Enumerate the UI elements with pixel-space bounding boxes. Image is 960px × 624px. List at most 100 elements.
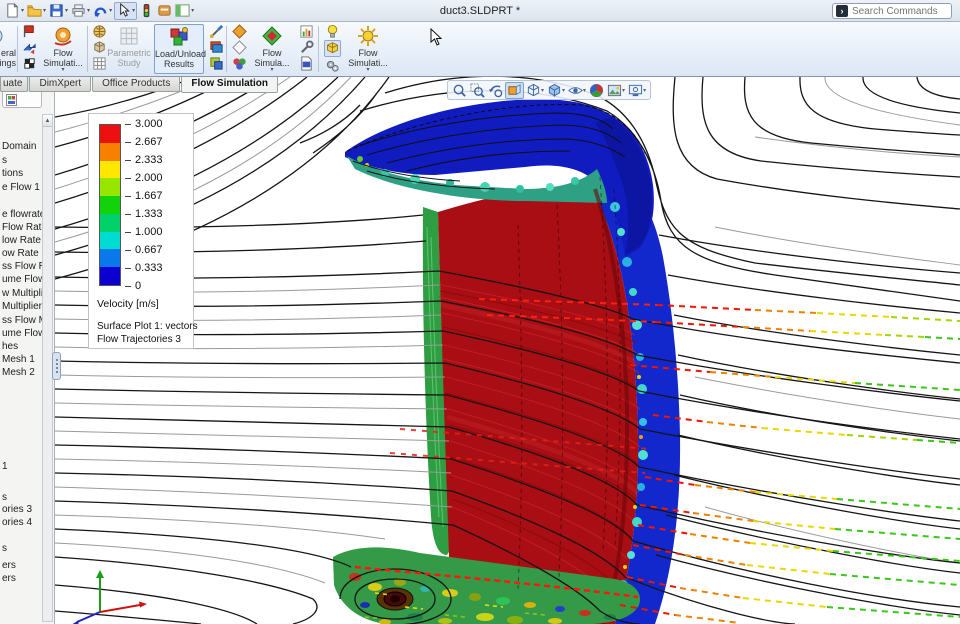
zoom-to-area-button[interactable] (469, 82, 486, 99)
edit-appearance-button[interactable] (588, 82, 605, 99)
diamond-white-icon[interactable] (232, 40, 247, 55)
globe-icon[interactable] (92, 24, 107, 39)
tree-item[interactable]: ss Flow Rat (2, 261, 44, 272)
tree-item[interactable]: hes (2, 341, 18, 352)
flow-sun-icon (357, 25, 379, 47)
view-orientation-button[interactable]: ▾ (525, 82, 545, 99)
gears-icon[interactable] (325, 58, 340, 73)
section-view-icon (507, 83, 522, 98)
search-commands-box[interactable]: › (832, 3, 952, 19)
chart-icon[interactable] (299, 24, 314, 39)
feature-tree: Domain s tions e Flow 1 e flowrate Flow Rate l… (0, 92, 44, 624)
settings-icon (0, 25, 6, 47)
ribbon-button-general-settings[interactable]: eralings (0, 24, 18, 74)
rebuild-button[interactable] (138, 2, 155, 20)
display-style-button[interactable]: ▾ (546, 82, 566, 99)
legend-tick-label: 0 (125, 281, 141, 291)
word-doc-icon[interactable] (299, 56, 314, 71)
options-button[interactable] (156, 2, 173, 20)
tree-item[interactable]: Flow Rate (2, 222, 44, 233)
sphere-cluster-icon[interactable] (232, 56, 247, 71)
solid-body-icon[interactable] (324, 40, 341, 57)
tree-item[interactable]: tions (2, 168, 23, 179)
partial-label-line2: ings (0, 58, 16, 68)
undo-icon (93, 3, 108, 18)
tree-item[interactable]: Multiplier (2, 301, 42, 312)
export-arrows-icon[interactable] (22, 40, 37, 55)
tree-item[interactable]: ers (2, 573, 16, 584)
tree-item[interactable]: ume Flow N (2, 328, 44, 339)
display-style-icon (547, 83, 562, 98)
ribbon-button-flow-simulation-2[interactable]: Flow Simula... ▾ (249, 24, 295, 74)
command-tabs: uate DimXpert Office Products Flow Simul… (0, 77, 279, 93)
appearance-ball-icon (589, 83, 604, 98)
grid-table-icon[interactable] (92, 56, 107, 71)
tree-item[interactable]: Mesh 1 (2, 354, 35, 365)
graphics-area[interactable]: ▾ ▾ ▾ ▾ ▾ 3.0002.6672.3332.0001.6671.333… (55, 77, 960, 624)
tree-item[interactable]: ories 3 (2, 504, 32, 515)
tree-item[interactable]: ow Rate (2, 248, 39, 259)
flow-diamond-icon (261, 25, 283, 47)
tree-item[interactable]: ume Flow (2, 274, 44, 285)
ribbon-button-flow-simulation-3[interactable]: Flow Simulati... ▾ (344, 24, 392, 74)
flag-red-icon[interactable] (22, 24, 37, 39)
checker-flag-icon[interactable] (22, 56, 37, 71)
print-button[interactable]: ▾ (70, 2, 91, 20)
velocity-legend: 3.0002.6672.3332.0001.6671.3331.0000.667… (88, 113, 194, 349)
tree-item[interactable]: Domain (2, 141, 36, 152)
select-button[interactable]: ▾ (114, 2, 137, 20)
new-document-icon (5, 3, 20, 18)
tab-dimxpert[interactable]: DimXpert (29, 77, 91, 92)
probe-pen-icon[interactable] (209, 24, 224, 39)
ribbon-button-label: Flow Simulati... (40, 48, 86, 68)
tab-office-products[interactable]: Office Products (92, 77, 180, 92)
apply-scene-button[interactable]: ▾ (606, 82, 626, 99)
legend-color-segment (100, 267, 120, 285)
tab-evaluate-partial[interactable]: uate (0, 77, 28, 92)
tree-item[interactable]: s (2, 492, 7, 503)
eye-icon (568, 83, 583, 98)
zoom-to-fit-button[interactable] (451, 82, 468, 99)
lightbulb-icon[interactable] (325, 24, 340, 39)
previous-view-button[interactable] (487, 82, 504, 99)
tree-item[interactable]: low Rate (2, 235, 41, 246)
tree-item[interactable]: Mesh 2 (2, 367, 35, 378)
display-pane-button[interactable]: ▾ (174, 2, 195, 20)
legend-tick-label: 1.000 (125, 227, 163, 237)
tree-item[interactable]: w Multiplier (2, 288, 44, 299)
legend-color-segment (100, 232, 120, 250)
tree-item[interactable]: 1 (2, 461, 8, 472)
legend-tick-label: 2.000 (125, 173, 163, 183)
ribbon-button-parametric-study[interactable]: Parametric Study (106, 24, 152, 74)
diamond-orange-icon[interactable] (232, 24, 247, 39)
layers-icon[interactable] (209, 40, 224, 55)
legend-unit-label: Velocity [m/s] (97, 298, 159, 310)
tree-item[interactable]: e Flow 1 (2, 182, 40, 193)
duct-model[interactable] (333, 99, 680, 624)
ribbon-button-load-unload-results[interactable]: Load/Unload Results (154, 24, 204, 74)
tab-flow-simulation[interactable]: Flow Simulation (181, 77, 278, 93)
new-button[interactable]: ▾ (4, 2, 25, 20)
tools-icon[interactable] (299, 40, 314, 55)
search-input[interactable] (852, 6, 942, 17)
undo-button[interactable]: ▾ (92, 2, 113, 20)
ribbon-button-flow-simulation-1[interactable]: Flow Simulati... ▾ (40, 24, 86, 74)
save-button[interactable]: ▾ (48, 2, 69, 20)
scroll-up-arrow[interactable]: ▲ (43, 115, 52, 127)
tree-item[interactable]: e flowrate (2, 209, 44, 220)
tree-item[interactable]: ss Flow Mu (2, 315, 44, 326)
legend-color-segment (100, 214, 120, 232)
hide-show-items-button[interactable]: ▾ (567, 82, 587, 99)
open-button[interactable]: ▾ (26, 2, 47, 20)
open-folder-icon (27, 3, 42, 18)
tree-item[interactable]: s (2, 155, 7, 166)
tree-item[interactable]: ories 4 (2, 517, 32, 528)
tree-item[interactable]: s (2, 543, 7, 554)
section-view-button[interactable] (505, 82, 524, 99)
pane-splitter-handle[interactable] (52, 352, 61, 380)
tree-item[interactable]: ers (2, 560, 16, 571)
save-results-icon[interactable] (209, 56, 224, 71)
title-bar: duct3.SLDPRT * ▾ ▾ ▾ ▾ ▾ ▾ ▾ › (0, 0, 960, 22)
view-settings-button[interactable]: ▾ (627, 82, 647, 99)
cube-icon[interactable] (92, 40, 107, 55)
